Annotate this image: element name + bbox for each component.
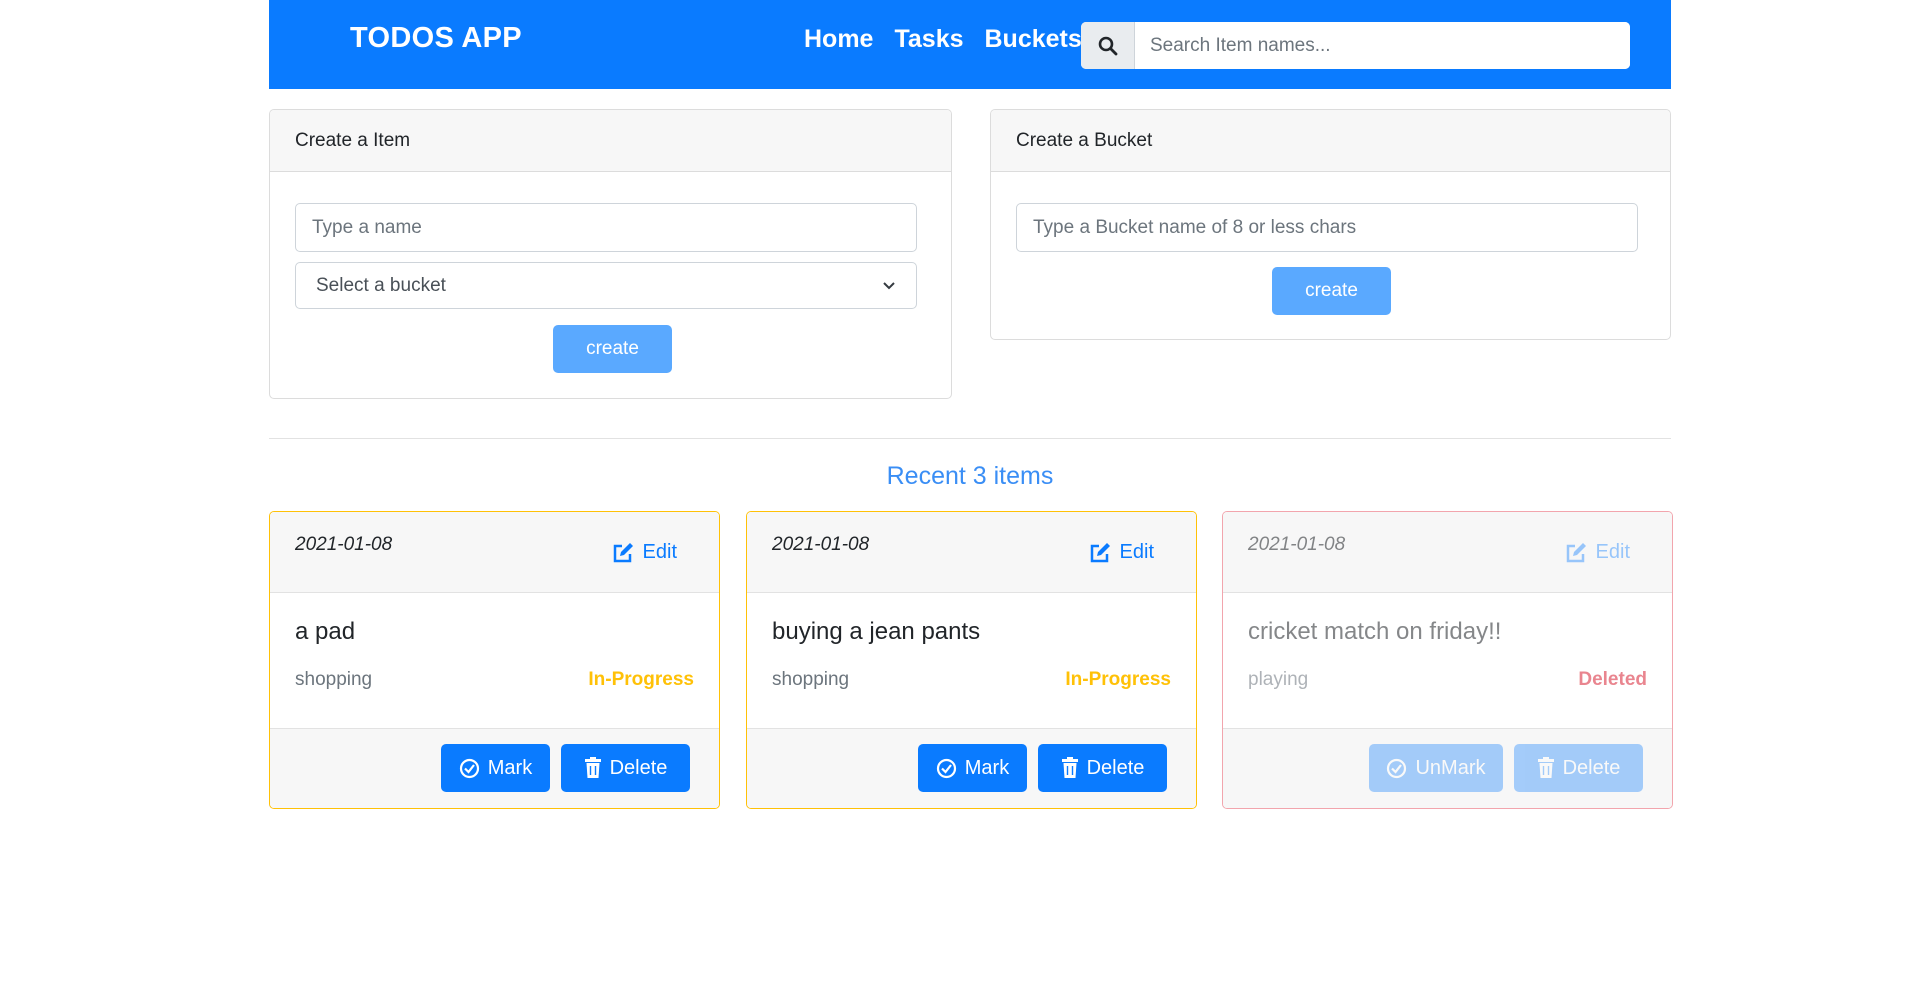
item-card-footer: Mark Delete (270, 729, 719, 808)
recent-items-title: Recent 3 items (886, 462, 1054, 490)
mark-button[interactable]: Mark (918, 744, 1027, 792)
item-card-header: 2021-01-08 Edit (747, 512, 1196, 593)
trash-icon (584, 757, 602, 779)
item-status: In-Progress (588, 669, 694, 690)
item-card: 2021-01-08 Edit a pad shopping In-Progre… (269, 511, 720, 809)
edit-icon (612, 542, 634, 564)
check-circle-icon (459, 758, 480, 779)
edit-label: Edit (1119, 541, 1154, 563)
page-container: TODOS APP Home Tasks Buckets Create a It… (269, 0, 1673, 809)
bucket-name-input[interactable] (1016, 203, 1638, 252)
nav-link-buckets[interactable]: Buckets (985, 25, 1082, 54)
create-bucket-header: Create a Bucket (991, 110, 1670, 172)
edit-icon (1565, 542, 1587, 564)
edit-button[interactable]: Edit (1565, 541, 1630, 564)
item-card-header: 2021-01-08 Edit (1223, 512, 1672, 593)
item-name: a pad (295, 618, 356, 645)
item-card-body: a pad shopping In-Progress (270, 593, 719, 729)
item-card-footer: UnMark Delete (1223, 729, 1672, 808)
item-name: cricket match on friday!! (1248, 618, 1502, 645)
item-bucket: shopping (295, 669, 373, 690)
delete-button[interactable]: Delete (1038, 744, 1167, 792)
item-date: 2021-01-08 (295, 534, 393, 555)
item-name: buying a jean pants (772, 618, 981, 645)
item-card-footer: Mark Delete (747, 729, 1196, 808)
item-card-body: cricket match on friday!! playing Delete… (1223, 593, 1672, 729)
mark-label: Mark (964, 756, 1010, 779)
delete-label: Delete (609, 756, 668, 779)
unmark-label: UnMark (1415, 756, 1486, 779)
item-bucket: shopping (772, 669, 850, 690)
create-item-card: Create a Item Select a bucket create (269, 109, 952, 399)
create-bucket-button[interactable]: create (1272, 267, 1391, 315)
delete-button[interactable]: Delete (561, 744, 690, 792)
trash-icon (1537, 757, 1555, 779)
item-status: In-Progress (1065, 669, 1171, 690)
delete-label: Delete (1562, 756, 1621, 779)
item-card: 2021-01-08 Edit buying a jean pants shop… (746, 511, 1197, 809)
delete-label: Delete (1086, 756, 1145, 779)
check-circle-icon (936, 758, 957, 779)
navbar: TODOS APP Home Tasks Buckets (269, 0, 1671, 89)
search-button[interactable] (1081, 22, 1135, 69)
nav-links: Home Tasks Buckets (804, 25, 1082, 54)
create-bucket-card: Create a Bucket create (990, 109, 1671, 340)
item-status: Deleted (1578, 669, 1647, 690)
section-divider (269, 438, 1671, 439)
edit-label: Edit (1595, 541, 1630, 563)
edit-icon (1089, 542, 1111, 564)
item-card-header: 2021-01-08 Edit (270, 512, 719, 593)
item-card: 2021-01-08 Edit cricket match on friday!… (1222, 511, 1673, 809)
edit-button[interactable]: Edit (612, 541, 677, 564)
mark-button[interactable]: Mark (441, 744, 550, 792)
search-group (1081, 22, 1630, 69)
trash-icon (1061, 757, 1079, 779)
check-circle-icon (1386, 758, 1407, 779)
mark-label: Mark (487, 756, 533, 779)
chevron-down-icon (882, 281, 896, 291)
item-name-input[interactable] (295, 203, 917, 252)
nav-link-tasks[interactable]: Tasks (894, 25, 963, 54)
item-date: 2021-01-08 (1248, 534, 1346, 555)
nav-link-home[interactable]: Home (804, 25, 873, 54)
brand-title[interactable]: TODOS APP (350, 22, 522, 55)
item-card-body: buying a jean pants shopping In-Progress (747, 593, 1196, 729)
create-item-button[interactable]: create (553, 325, 672, 373)
bucket-select[interactable]: Select a bucket (295, 262, 917, 309)
bucket-select-value: Select a bucket (316, 274, 446, 296)
item-bucket: playing (1248, 669, 1309, 690)
unmark-button[interactable]: UnMark (1369, 744, 1503, 792)
create-item-header: Create a Item (270, 110, 951, 172)
search-input[interactable] (1135, 22, 1630, 69)
edit-label: Edit (642, 541, 677, 563)
delete-button[interactable]: Delete (1514, 744, 1643, 792)
item-date: 2021-01-08 (772, 534, 870, 555)
search-icon (1098, 36, 1118, 56)
edit-button[interactable]: Edit (1089, 541, 1154, 564)
